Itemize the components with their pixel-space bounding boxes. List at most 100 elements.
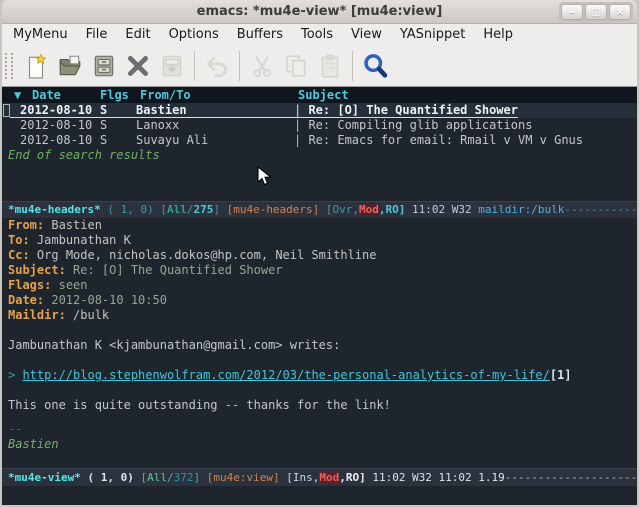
field-label: Subject: xyxy=(8,263,66,277)
end-of-search-results: End of search results xyxy=(2,148,637,163)
emacs-frame: ▼DateFlgsFrom/ToSubject 2012-08-10SBasti… xyxy=(2,87,637,505)
modeline-filter: All xyxy=(147,471,167,484)
toolbar-separator xyxy=(194,51,195,81)
blank-line xyxy=(2,353,637,368)
row-from: Bastien xyxy=(136,103,294,118)
modeline-dashes: -------------------- xyxy=(505,471,637,484)
emacs-cursor xyxy=(3,104,10,117)
modeline-ro-flag: ,RO] xyxy=(339,471,366,484)
modeline-major-mode: [mu4e:view] xyxy=(207,471,280,484)
copy-button[interactable] xyxy=(279,50,313,82)
save-as-button[interactable] xyxy=(155,50,189,82)
close-x-icon xyxy=(125,53,151,79)
menu-item-file[interactable]: File xyxy=(77,24,117,45)
modeline-mod-flag: Mod xyxy=(359,203,379,216)
modeline-ro-flag: ,RO] xyxy=(379,203,406,216)
modeline-position: ( 1, 0) xyxy=(81,471,141,484)
field-label: Flags: xyxy=(8,278,51,292)
menu-item-view[interactable]: View xyxy=(342,24,391,45)
emacs-window: emacs: *mu4e-view* [mu4e:view] – □ × MyM… xyxy=(0,0,639,507)
menu-item-options[interactable]: Options xyxy=(160,24,228,45)
save-icon xyxy=(91,53,117,79)
column-from-to[interactable]: From/To xyxy=(140,87,298,103)
menu-item-yasnippet[interactable]: YASnippet xyxy=(391,24,475,45)
sort-indicator-icon[interactable]: ▼ xyxy=(14,87,32,103)
field-value: seen xyxy=(59,278,88,292)
paste-button[interactable] xyxy=(313,50,347,82)
row-flags: S xyxy=(100,133,136,148)
modeline-ins-flag: Ins, xyxy=(293,471,320,484)
menu-item-edit[interactable]: Edit xyxy=(116,24,159,45)
field-value: Jambunathan K xyxy=(37,233,131,247)
row-date: 2012-08-10 xyxy=(20,133,100,148)
modeline-position: ( 1, 0) xyxy=(101,203,161,216)
row-separator: | xyxy=(294,103,308,117)
field-maildir: Maildir: /bulk xyxy=(2,308,637,323)
column-date[interactable]: Date xyxy=(32,87,100,103)
field-flags: Flags: seen xyxy=(2,278,637,293)
writes-line: Jambunathan K <kjambunathan@gmail.com> w… xyxy=(2,338,637,353)
message-link[interactable]: http://blog.stephenwolfram.com/2012/03/t… xyxy=(22,368,549,382)
row-subject: Re: Compiling glib applications xyxy=(308,118,532,132)
modeline-bracket: ] xyxy=(213,203,226,216)
field-value: Bastien xyxy=(51,218,102,232)
modeline-buffer-name: *mu4e-headers* xyxy=(8,203,101,216)
header-row[interactable]: 2012-08-10SSuvayu Ali| Re: Emacs for ema… xyxy=(2,133,637,148)
field-subject: Subject: Re: [O] The Quantified Shower xyxy=(2,263,637,278)
header-row[interactable]: 2012-08-10SLanoxx| Re: Compiling glib ap… xyxy=(2,118,637,133)
row-subject: Re: [O] The Quantified Shower xyxy=(308,103,518,117)
modeline-major-mode: [mu4e-headers] xyxy=(227,203,320,216)
modeline-time: 11:02 W32 11:02 1.19 xyxy=(366,471,505,484)
new-file-icon xyxy=(23,53,49,79)
toolbar-grip[interactable] xyxy=(5,53,13,79)
new-file-button[interactable] xyxy=(19,50,53,82)
row-from: Lanoxx xyxy=(136,118,294,133)
cut-button[interactable] xyxy=(245,50,279,82)
menu-item-tools[interactable]: Tools xyxy=(292,24,342,45)
modeline-slash: / xyxy=(167,471,174,484)
row-date: 2012-08-10 xyxy=(20,118,100,133)
close-button[interactable]: × xyxy=(609,4,631,20)
menu-item-buffers[interactable]: Buffers xyxy=(228,24,292,45)
header-row-selected[interactable]: 2012-08-10SBastien| Re: [O] The Quantifi… xyxy=(2,103,637,118)
column-flags[interactable]: Flgs xyxy=(100,87,140,103)
row-flags: S xyxy=(100,103,136,118)
field-value: Re: [O] The Quantified Shower xyxy=(73,263,283,277)
undo-button[interactable] xyxy=(200,50,234,82)
field-label: To: xyxy=(8,233,30,247)
field-from: From: Bastien xyxy=(2,218,637,233)
field-cc: Cc: Org Mode, nicholas.dokos@hp.com, Nei… xyxy=(2,248,637,263)
modeline-maildir: maildir:/bulk xyxy=(478,203,564,216)
modeline-time: 11:02 W32 xyxy=(405,203,478,216)
undo-arrow-icon xyxy=(204,53,230,79)
headers-mode-line: *mu4e-headers* ( 1, 0) [All/275] [mu4e-h… xyxy=(2,201,637,218)
quote-prefix: > xyxy=(8,368,22,382)
modeline-dashes: ------------ xyxy=(564,203,637,216)
copy-icon xyxy=(283,53,309,79)
search-button[interactable] xyxy=(358,50,392,82)
row-date: 2012-08-10 xyxy=(20,103,100,118)
tool-bar xyxy=(2,45,637,87)
modeline-count: 275 xyxy=(193,203,213,216)
menu-item-help[interactable]: Help xyxy=(474,24,522,45)
menu-item-mymenu[interactable]: MyMenu xyxy=(4,24,77,45)
window-title: emacs: *mu4e-view* [mu4e:view] xyxy=(2,4,637,19)
row-flags: S xyxy=(100,118,136,133)
save-buffer-button[interactable] xyxy=(87,50,121,82)
modeline-mod-flag: Mod xyxy=(319,471,339,484)
modeline-ovr-flag: Ovr, xyxy=(333,203,360,216)
field-label: Maildir: xyxy=(8,308,66,322)
close-buffer-button[interactable] xyxy=(121,50,155,82)
field-to: To: Jambunathan K xyxy=(2,233,637,248)
message-view-window: From: Bastien To: Jambunathan K Cc: Org … xyxy=(2,218,637,486)
row-separator: | xyxy=(294,118,308,132)
row-separator: | xyxy=(294,133,308,147)
minibuffer-echo-area[interactable] xyxy=(2,486,637,505)
column-subject[interactable]: Subject xyxy=(298,88,349,102)
title-bar[interactable]: emacs: *mu4e-view* [mu4e:view] – □ × xyxy=(2,0,637,24)
maximize-button[interactable]: □ xyxy=(585,4,607,20)
quoted-link-line: > http://blog.stephenwolfram.com/2012/03… xyxy=(2,368,637,383)
minimize-button[interactable]: – xyxy=(561,4,583,20)
open-file-button[interactable] xyxy=(53,50,87,82)
blank-line xyxy=(2,413,637,422)
